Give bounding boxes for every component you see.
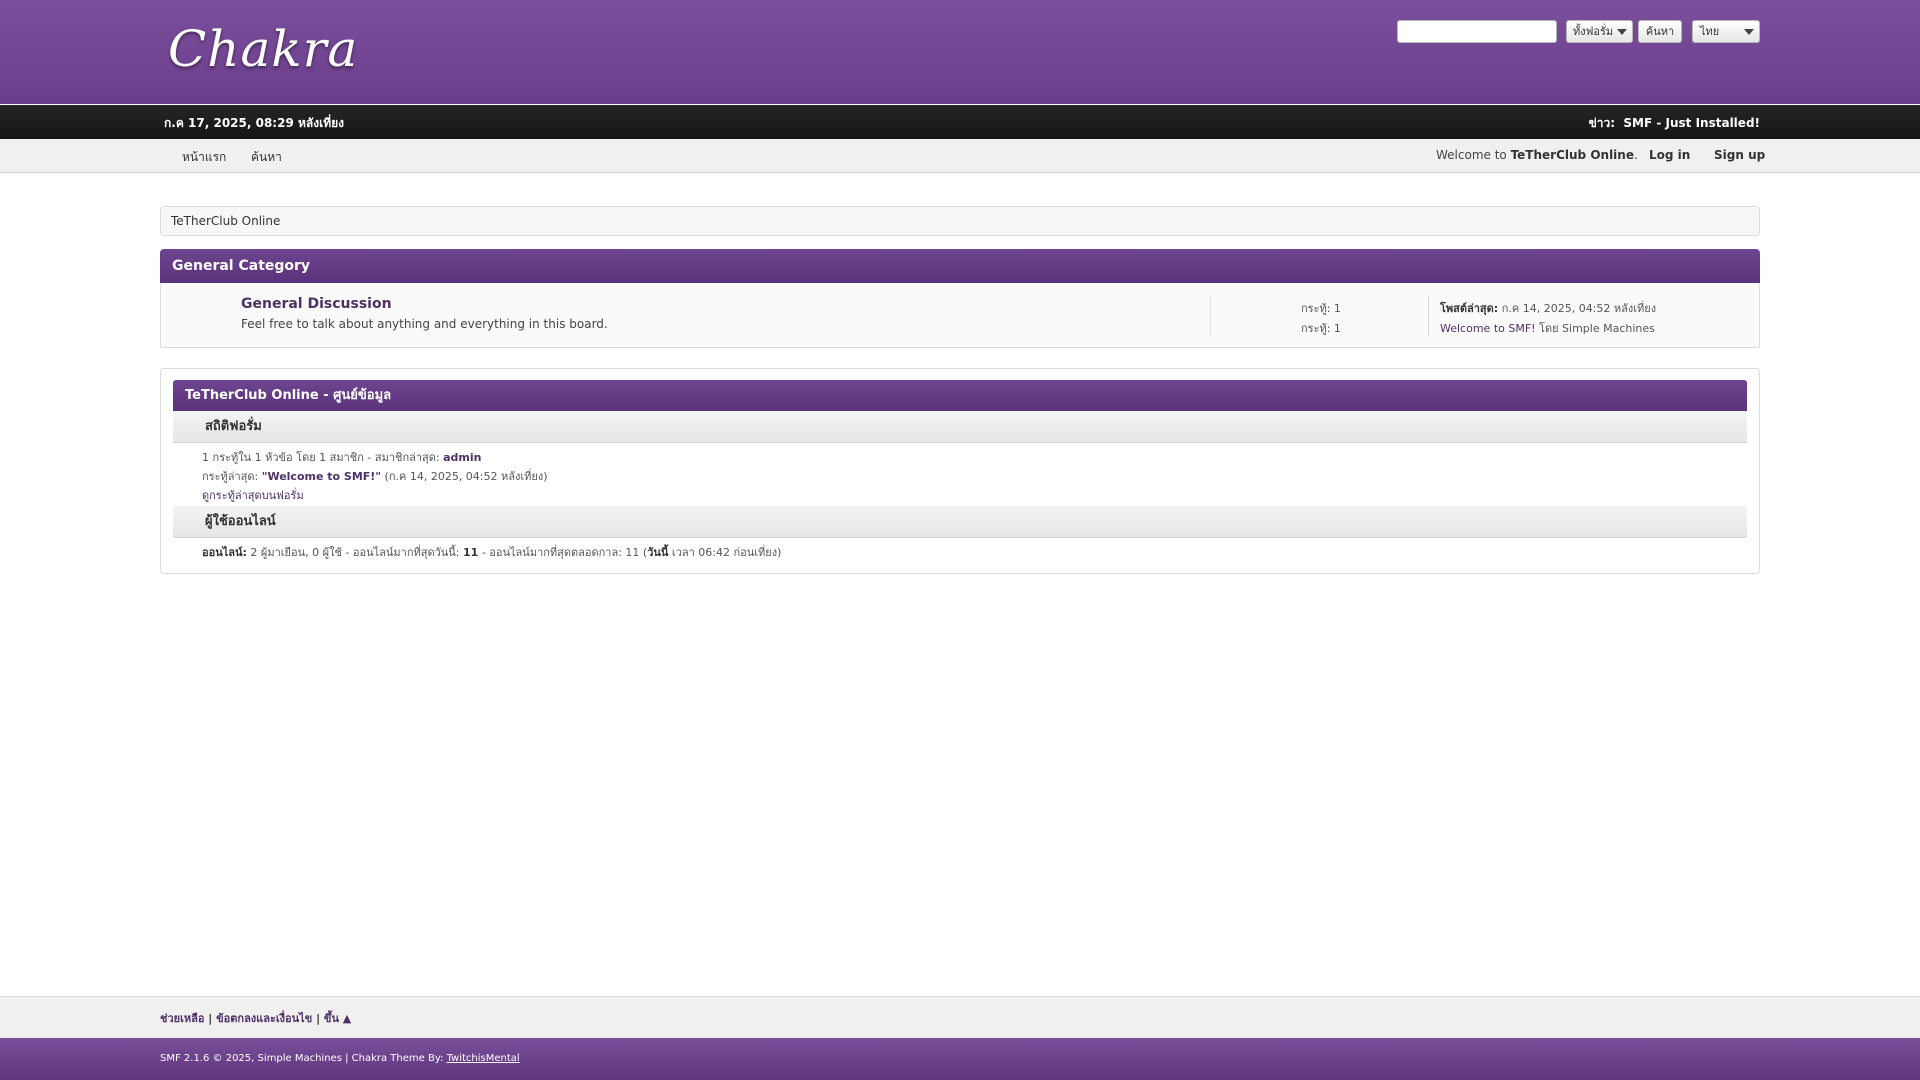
chevron-down-icon — [1617, 29, 1627, 35]
last-post-info: โพสต์ล่าสุด: ก.ค 14, 2025, 04:52 หลังเที… — [1440, 299, 1656, 317]
last-post-date: ก.ค 14, 2025, 04:52 หลังเที่ยง — [1498, 302, 1657, 315]
recent-posts-line: ดูกระทู้ล่าสุดบนฟอรั่ม — [202, 486, 304, 504]
most-online-ever-text: - ออนไลน์มากที่สุดตลอดกาล: 11 ( — [478, 546, 648, 559]
online-text: 2 ผู้มาเยือน, 0 ผู้ใช้ - ออนไลน์มากที่สุ… — [246, 546, 464, 559]
copyright-text: SMF 2.1.6 © 2025, Simple Machines | Chak… — [160, 1053, 447, 1064]
welcome-site-name: TeTherClub Online — [1510, 148, 1634, 162]
most-online-ever-time: เวลา 06:42 ก่อนเที่ยง) — [668, 546, 782, 559]
breadcrumb-home-link[interactable]: TeTherClub Online — [171, 214, 280, 228]
menu-item-home[interactable]: หน้าแรก — [182, 148, 226, 167]
news-bar: ก.ค 17, 2025, 08:29 หลังเที่ยง ข่าว: SMF… — [0, 105, 1920, 139]
menu-item-search[interactable]: ค้นหา — [251, 148, 282, 167]
column-divider — [1428, 295, 1429, 337]
board-description: Feel free to talk about anything and eve… — [241, 317, 608, 331]
latest-post-link[interactable]: "Welcome to SMF!" — [262, 470, 381, 483]
search-scope-label: ทั้งฟอรั่ม — [1573, 25, 1614, 38]
users-online-header: ผู้ใช้ออนไลน์ — [173, 506, 1747, 538]
news-text: SMF - Just Installed! — [1623, 116, 1760, 130]
news-label: ข่าว: — [1588, 116, 1616, 130]
last-post-topic-link[interactable]: Welcome to SMF! — [1440, 322, 1536, 335]
footer-copyright: SMF 2.1.6 © 2025, Simple Machines | Chak… — [160, 1053, 520, 1064]
board-stat-posts: กระทู้: 1 — [1301, 302, 1341, 315]
welcome-suffix: . — [1633, 148, 1638, 162]
board-title-link[interactable]: General Discussion — [241, 296, 392, 312]
last-post-topic-line: Welcome to SMF! โดย Simple Machines — [1440, 319, 1655, 337]
latest-member-link[interactable]: admin — [443, 451, 481, 464]
footer-up-link[interactable]: ขึ้น ▲ — [324, 1012, 351, 1025]
footer-separator: | — [312, 1012, 324, 1025]
footer-copyright-bar: SMF 2.1.6 © 2025, Simple Machines | Chak… — [0, 1038, 1920, 1080]
language-select[interactable]: ไทย — [1692, 20, 1760, 43]
site-header: Chakra ทั้งฟอรั่ม ค้นหา ไทย — [0, 0, 1920, 104]
column-divider — [1210, 295, 1211, 337]
board-stat-topics: กระทู้: 1 — [1301, 322, 1341, 335]
info-center-header: TeTherClub Online - ศูนย์ข้อมูล — [173, 380, 1747, 411]
footer-links-bar: ช่วยเหลือ | ข้อตกลงและเงื่อนไข | ขึ้น ▲ — [0, 996, 1920, 1038]
breadcrumb: TeTherClub Online — [160, 206, 1760, 236]
latest-post-date: (ก.ค 14, 2025, 04:52 หลังเที่ยง) — [381, 470, 548, 483]
signup-link[interactable]: Sign up — [1714, 148, 1765, 162]
footer-separator: | — [204, 1012, 217, 1025]
recent-posts-link[interactable]: ดูกระทู้ล่าสุดบนฟอรั่ม — [202, 489, 304, 502]
footer-terms-link[interactable]: ข้อตกลงและเงื่อนไข — [216, 1012, 312, 1025]
stats-text: 1 กระทู้ใน 1 หัวข้อ โดย 1 สมาชิก - สมาชิ… — [202, 451, 444, 464]
latest-post-label: กระทู้ล่าสุด: — [202, 470, 262, 483]
info-center: TeTherClub Online - ศูนย์ข้อมูล สถิติฟอร… — [160, 368, 1760, 574]
online-label: ออนไลน์: — [202, 546, 247, 559]
welcome-prefix: Welcome to — [1436, 148, 1511, 162]
category-header[interactable]: General Category — [160, 249, 1760, 283]
forum-stats-header: สถิติฟอรั่ม — [173, 411, 1747, 443]
theme-author-link[interactable]: TwitchisMental — [447, 1053, 520, 1064]
board-row: General Discussion Feel free to talk abo… — [160, 283, 1760, 348]
language-label: ไทย — [1700, 25, 1720, 38]
site-logo[interactable]: Chakra — [168, 20, 358, 78]
stats-line: 1 กระทู้ใน 1 หัวข้อ โดย 1 สมาชิก - สมาชิ… — [202, 448, 482, 466]
today-word: วันนี้ — [647, 546, 669, 559]
last-post-label: โพสต์ล่าสุด: — [1440, 302, 1499, 315]
login-link[interactable]: Log in — [1649, 148, 1690, 162]
current-date: ก.ค 17, 2025, 08:29 หลังเที่ยง — [164, 116, 344, 130]
most-online-today: 11 — [463, 546, 479, 559]
footer-links: ช่วยเหลือ | ข้อตกลงและเงื่อนไข | ขึ้น ▲ — [160, 1009, 351, 1027]
latest-post-line: กระทู้ล่าสุด: "Welcome to SMF!" (ก.ค 14,… — [202, 467, 548, 485]
search-input[interactable] — [1397, 20, 1557, 43]
main-menu: หน้าแรก ค้นหา Welcome to TeTherClub Onli… — [0, 139, 1920, 173]
news-ticker: ข่าว: SMF - Just Installed! — [1589, 114, 1760, 133]
online-users-line: ออนไลน์: 2 ผู้มาเยือน, 0 ผู้ใช้ - ออนไลน… — [202, 543, 781, 561]
search-button[interactable]: ค้นหา — [1638, 20, 1682, 43]
chevron-down-icon — [1744, 29, 1754, 35]
footer-help-link[interactable]: ช่วยเหลือ — [160, 1012, 204, 1025]
welcome-message: Welcome to TeTherClub Online. — [1436, 148, 1638, 162]
last-post-author: โดย Simple Machines — [1535, 322, 1655, 335]
search-scope-select[interactable]: ทั้งฟอรั่ม — [1566, 20, 1633, 43]
